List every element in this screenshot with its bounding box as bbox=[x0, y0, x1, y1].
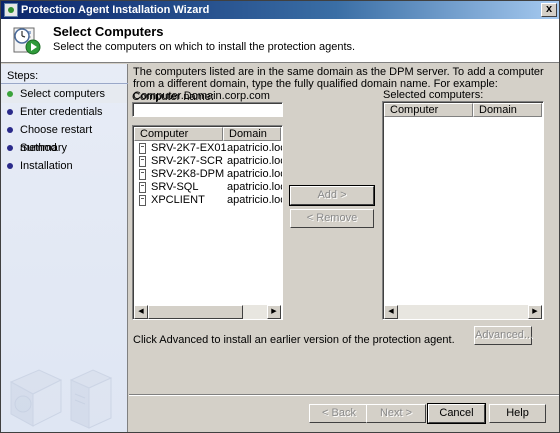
step-choose-restart-method: Choose restart method bbox=[1, 121, 127, 154]
step-enter-credentials: Enter credentials bbox=[1, 103, 127, 121]
select-computers-icon bbox=[13, 27, 41, 55]
computer-icon bbox=[139, 156, 146, 167]
servers-illustration-icon bbox=[9, 369, 113, 429]
available-list-item[interactable]: SRV-2K8-DPM apatricio.local bbox=[139, 168, 282, 181]
computer-name-input[interactable] bbox=[132, 102, 283, 117]
computer-name: XPCLIENT bbox=[151, 194, 205, 206]
selected-list-header: Computer Domain bbox=[384, 103, 542, 117]
column-header-computer[interactable]: Computer bbox=[134, 127, 223, 141]
computer-domain: apatricio.local bbox=[227, 181, 282, 193]
step-current-icon bbox=[7, 91, 13, 97]
computer-domain: apatricio.local bbox=[227, 168, 282, 180]
computer-domain: apatricio.local bbox=[227, 194, 282, 206]
close-button[interactable]: x bbox=[541, 3, 557, 17]
advanced-button[interactable]: Advanced... bbox=[474, 326, 533, 345]
wizard-header: Select Computers Select the computers on… bbox=[1, 19, 559, 63]
computer-name: SRV-2K7-SCR bbox=[151, 155, 223, 167]
back-button[interactable]: < Back bbox=[309, 404, 369, 423]
step-summary: Summary bbox=[1, 139, 127, 157]
add-button[interactable]: Add > bbox=[289, 185, 375, 206]
computer-icon bbox=[139, 143, 146, 154]
selected-computers-list[interactable]: Computer Domain ◀ ▶ bbox=[382, 101, 544, 320]
steps-sidebar: Steps: Select computers Enter credential… bbox=[1, 64, 128, 432]
computer-name: SRV-SQL bbox=[151, 181, 199, 193]
available-list-item[interactable]: SRV-SQL apatricio.local bbox=[139, 181, 282, 194]
step-bullet-icon bbox=[7, 127, 13, 133]
advanced-note: Click Advanced to install an earlier ver… bbox=[133, 334, 455, 346]
step-select-computers: Select computers bbox=[1, 85, 127, 103]
selected-list-hscrollbar[interactable]: ◀ ▶ bbox=[384, 305, 542, 319]
step-label: Enter credentials bbox=[20, 106, 103, 118]
title-bar: Protection Agent Installation Wizard x bbox=[1, 1, 559, 19]
available-list-header: Computer Domain bbox=[134, 127, 281, 141]
available-list-item[interactable]: SRV-2K7-EX01 apatricio.local bbox=[139, 142, 282, 155]
computer-name: SRV-2K7-EX01 bbox=[151, 142, 227, 154]
column-header-domain[interactable]: Domain bbox=[473, 103, 542, 117]
step-bullet-icon bbox=[7, 109, 13, 115]
step-bullet-icon bbox=[7, 163, 13, 169]
wizard-app-icon bbox=[4, 3, 18, 17]
computer-icon bbox=[139, 169, 146, 180]
page-title: Select Computers bbox=[53, 24, 164, 39]
computer-icon bbox=[139, 195, 146, 206]
page-subtitle: Select the computers on which to install… bbox=[53, 41, 356, 53]
wizard-window: Protection Agent Installation Wizard x S… bbox=[0, 0, 560, 433]
scroll-right-icon[interactable]: ▶ bbox=[267, 305, 281, 319]
computer-name: SRV-2K8-DPM bbox=[151, 168, 225, 180]
step-bullet-icon bbox=[7, 145, 13, 151]
main-panel: The computers listed are in the same dom… bbox=[129, 64, 559, 394]
column-header-computer[interactable]: Computer bbox=[384, 103, 473, 117]
available-list-hscrollbar[interactable]: ◀ ▶ bbox=[134, 305, 281, 319]
scroll-thumb[interactable] bbox=[148, 305, 243, 319]
computer-domain: apatricio.local bbox=[227, 142, 282, 154]
scroll-right-icon[interactable]: ▶ bbox=[528, 305, 542, 319]
step-label: Summary bbox=[20, 142, 68, 154]
available-computers-list[interactable]: Computer Domain SRV-2K7-EX01 apatricio.l… bbox=[132, 125, 283, 320]
computer-icon bbox=[139, 182, 146, 193]
available-list-item[interactable]: SRV-2K7-SCR apatricio.local bbox=[139, 155, 282, 168]
help-button[interactable]: Help bbox=[489, 404, 546, 423]
step-installation: Installation bbox=[1, 157, 127, 175]
scroll-left-icon[interactable]: ◀ bbox=[384, 305, 398, 319]
column-header-domain[interactable]: Domain bbox=[223, 127, 281, 141]
computer-domain: apatricio.local bbox=[227, 155, 282, 167]
scroll-left-icon[interactable]: ◀ bbox=[134, 305, 148, 319]
next-button[interactable]: Next > bbox=[366, 404, 426, 423]
footer-separator bbox=[129, 394, 559, 396]
available-list-item[interactable]: XPCLIENT apatricio.local bbox=[139, 194, 282, 207]
window-title: Protection Agent Installation Wizard bbox=[21, 4, 210, 16]
selected-computers-label: Selected computers: bbox=[383, 89, 484, 101]
step-label: Installation bbox=[20, 160, 73, 172]
remove-button[interactable]: < Remove bbox=[290, 209, 374, 228]
step-label: Select computers bbox=[20, 88, 105, 100]
cancel-button[interactable]: Cancel bbox=[427, 403, 486, 424]
steps-heading: Steps: bbox=[1, 68, 128, 84]
